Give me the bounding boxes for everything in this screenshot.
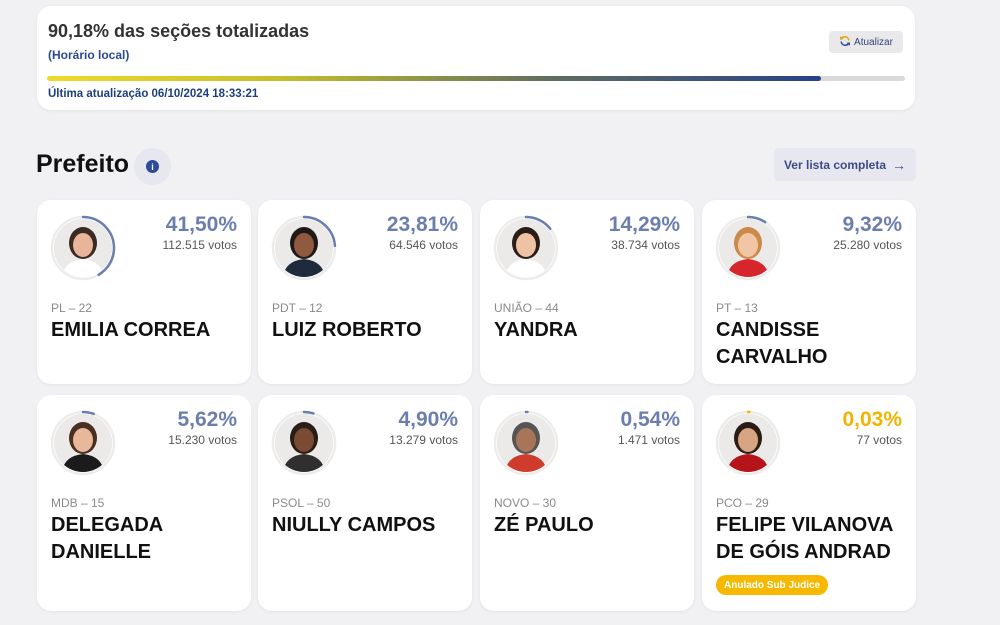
candidate-avatar (713, 408, 783, 478)
candidate-name: FELIPE VILANOVA DE GÓIS ANDRAD (716, 514, 893, 563)
local-time-note: (Horário local) (48, 48, 130, 62)
candidate-name: NIULLY CAMPOS (272, 514, 436, 536)
candidate-photo (54, 414, 112, 472)
party-number: PL – 22 (51, 301, 92, 315)
vote-count: 13.279 votos (389, 433, 458, 447)
candidate-name: YANDRA (494, 319, 578, 341)
sub-judice-badge: Anulado Sub Judice (716, 575, 829, 595)
section-title: Prefeito (36, 150, 130, 178)
candidate-name: DELEGADA DANIELLE (51, 514, 163, 563)
vote-percentage: 14,29% (608, 213, 680, 236)
candidate-card[interactable]: 5,62% 15.230 votos MDB – 15 DELEGADA DAN… (37, 395, 251, 611)
candidate-avatar (491, 408, 561, 478)
candidate-card[interactable]: 41,50% 112.515 votos PL – 22 EMILIA CORR… (37, 200, 251, 384)
candidate-name: CANDISSE CARVALHO (716, 319, 828, 368)
candidate-photo (497, 414, 555, 472)
vote-count: 1.471 votos (617, 433, 680, 447)
info-icon: i (146, 160, 159, 173)
candidate-card[interactable]: 9,32% 25.280 votos PT – 13 CANDISSE CARV… (702, 200, 916, 384)
candidate-card[interactable]: 0,54% 1.471 votos NOVO – 30 ZÉ PAULO (480, 395, 694, 611)
candidate-avatar (713, 213, 783, 283)
candidate-photo (54, 219, 112, 277)
vote-count: 77 votos (856, 433, 902, 447)
refresh-button[interactable]: Atualizar (829, 31, 903, 53)
vote-count: 64.546 votos (389, 238, 458, 252)
candidate-card[interactable]: 0,03% 77 votos PCO – 29 FELIPE VILANOVA … (702, 395, 916, 611)
party-number: UNIÃO – 44 (494, 301, 559, 315)
candidate-card[interactable]: 14,29% 38.734 votos UNIÃO – 44 YANDRA (480, 200, 694, 384)
totalization-status-card: 90,18% das seções totalizadas (Horário l… (37, 6, 915, 110)
refresh-label: Atualizar (854, 36, 893, 48)
totalization-title: 90,18% das seções totalizadas (48, 21, 310, 41)
candidate-photo (275, 414, 333, 472)
vote-percentage: 0,03% (842, 408, 902, 431)
view-full-list-button[interactable]: Ver lista completa → (774, 148, 916, 181)
party-number: MDB – 15 (51, 496, 105, 510)
candidate-avatar (48, 408, 118, 478)
totalization-progress-bar (47, 76, 905, 81)
candidate-card[interactable]: 23,81% 64.546 votos PDT – 12 LUIZ ROBERT… (258, 200, 472, 384)
arrow-right-icon: → (892, 156, 907, 173)
vote-count: 25.280 votos (833, 238, 902, 252)
candidate-avatar (269, 213, 339, 283)
last-updated: Última atualização 06/10/2024 18:33:21 (48, 88, 259, 100)
view-full-list-label: Ver lista completa (783, 157, 887, 172)
vote-count: 112.515 votos (162, 238, 237, 252)
candidate-photo (719, 219, 777, 277)
vote-count: 38.734 votos (611, 238, 680, 252)
party-number: PDT – 12 (272, 301, 323, 315)
candidate-photo (275, 219, 333, 277)
candidate-avatar (269, 408, 339, 478)
vote-count: 15.230 votos (168, 433, 237, 447)
refresh-icon (839, 35, 851, 50)
candidate-card[interactable]: 4,90% 13.279 votos PSOL – 50 NIULLY CAMP… (258, 395, 472, 611)
party-number: PSOL – 50 (272, 496, 331, 510)
candidate-avatar (48, 213, 118, 283)
candidate-avatar (491, 213, 561, 283)
candidate-name: EMILIA CORREA (51, 319, 211, 341)
party-number: PCO – 29 (716, 496, 769, 510)
party-number: NOVO – 30 (494, 496, 557, 510)
vote-percentage: 9,32% (842, 213, 902, 236)
totalization-progress-fill (47, 76, 821, 81)
vote-percentage: 4,90% (398, 408, 458, 431)
vote-percentage: 23,81% (386, 213, 458, 236)
vote-percentage: 41,50% (165, 213, 237, 236)
vote-percentage: 5,62% (177, 408, 237, 431)
candidate-name: LUIZ ROBERTO (272, 319, 422, 341)
candidate-photo (497, 219, 555, 277)
party-number: PT – 13 (716, 301, 758, 315)
vote-percentage: 0,54% (620, 408, 680, 431)
candidate-photo (719, 414, 777, 472)
info-button[interactable]: i (134, 148, 171, 185)
candidate-name: ZÉ PAULO (494, 514, 594, 536)
